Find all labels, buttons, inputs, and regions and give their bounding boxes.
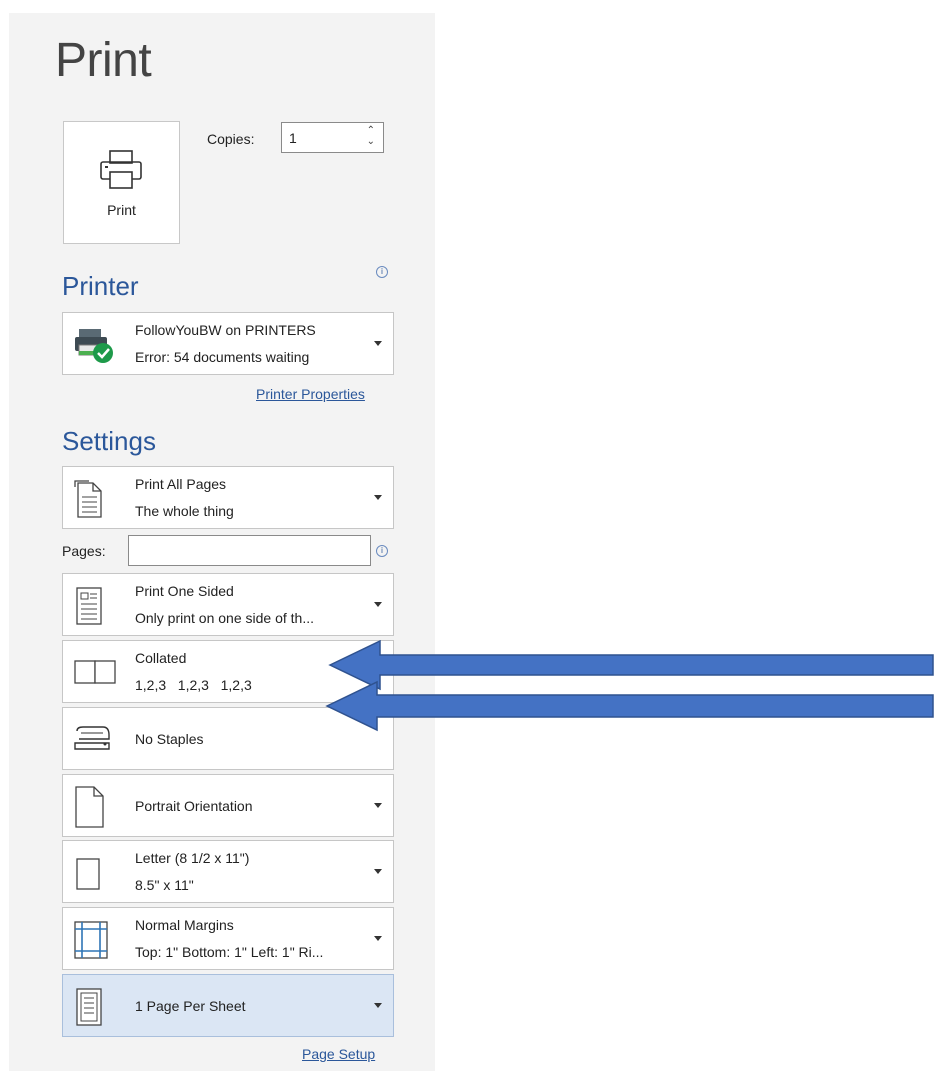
collation-label: Collated (135, 650, 187, 666)
chevron-down-icon (374, 869, 382, 874)
chevron-down-icon (374, 1003, 382, 1008)
staple-icon (74, 726, 110, 750)
paper-size-description: 8.5" x 11" (135, 877, 194, 893)
margins-select[interactable]: Normal Margins Top: 1" Bottom: 1" Left: … (62, 907, 394, 970)
pages-per-sheet-label: 1 Page Per Sheet (135, 998, 246, 1014)
print-button[interactable]: Print (63, 121, 180, 244)
collated-icon (74, 660, 116, 684)
sides-label: Print One Sided (135, 583, 234, 599)
printer-heading: Printer (62, 271, 139, 301)
settings-heading: Settings (62, 426, 156, 456)
copies-stepper[interactable]: 1 ⌃ ⌄ (281, 122, 384, 153)
paper-size-icon (76, 858, 100, 890)
printer-status-icon (75, 329, 113, 363)
document-pages-icon (74, 480, 102, 518)
chevron-down-icon (374, 495, 382, 500)
pages-per-sheet-select[interactable]: 1 Page Per Sheet (62, 974, 394, 1037)
print-range-label: Print All Pages (135, 476, 227, 492)
printer-info-icon[interactable]: i (376, 266, 388, 278)
collation-description: 1,2,3 1,2,3 1,2,3 (135, 677, 252, 693)
chevron-down-icon (374, 803, 382, 808)
page-setup-link[interactable]: Page Setup (302, 1046, 375, 1062)
printer-select[interactable]: FollowYouBW on PRINTERS Error: 54 docume… (62, 312, 394, 375)
print-range-description: The whole thing (135, 503, 234, 519)
chevron-down-icon (374, 602, 382, 607)
pages-info-icon[interactable]: i (376, 545, 388, 557)
printer-status: Error: 54 documents waiting (135, 349, 310, 365)
page-title: Print (55, 34, 152, 87)
copies-label: Copies: (207, 131, 255, 147)
margins-label: Normal Margins (135, 917, 234, 933)
annotation-arrow-collated (328, 640, 934, 691)
margins-description: Top: 1" Bottom: 1" Left: 1" Ri... (135, 944, 324, 960)
orientation-select[interactable]: Portrait Orientation (62, 774, 394, 837)
pages-input[interactable] (128, 535, 371, 566)
print-range-select[interactable]: Print All Pages The whole thing (62, 466, 394, 529)
orientation-label: Portrait Orientation (135, 798, 253, 814)
printer-icon (100, 150, 142, 189)
pages-label: Pages: (62, 543, 106, 559)
print-button-label: Print (107, 202, 136, 218)
sides-description: Only print on one side of th... (135, 610, 314, 626)
copies-value: 1 (289, 130, 297, 146)
margins-icon (74, 921, 108, 959)
printer-properties-link[interactable]: Printer Properties (256, 386, 365, 402)
paper-size-label: Letter (8 1/2 x 11") (135, 850, 250, 866)
annotation-arrow-staples (325, 680, 934, 732)
annotation-arrows (325, 640, 934, 732)
one-sided-icon (76, 587, 102, 625)
chevron-down-icon (374, 936, 382, 941)
chevron-down-icon (374, 341, 382, 346)
portrait-icon (75, 786, 104, 828)
spin-arrows-icon[interactable]: ⌃ ⌄ (367, 125, 375, 147)
staples-label: No Staples (135, 731, 204, 747)
paper-size-select[interactable]: Letter (8 1/2 x 11") 8.5" x 11" (62, 840, 394, 903)
sides-select[interactable]: Print One Sided Only print on one side o… (62, 573, 394, 636)
pages-per-sheet-icon (76, 988, 102, 1026)
printer-name: FollowYouBW on PRINTERS (135, 322, 316, 338)
